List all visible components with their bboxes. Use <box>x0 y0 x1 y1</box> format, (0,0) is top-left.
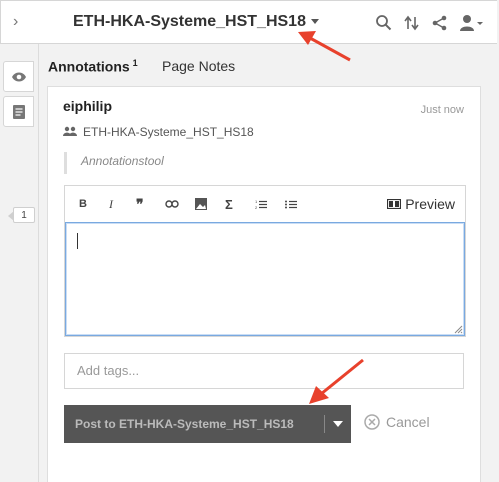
numbered-list-icon[interactable]: 12 <box>255 196 267 212</box>
collapse-sidebar-icon[interactable]: › <box>13 13 29 31</box>
annotation-quote: Annotationstool <box>64 152 464 174</box>
preview-label: Preview <box>405 196 455 212</box>
cancel-icon <box>364 414 380 430</box>
cancel-button[interactable]: Cancel <box>364 414 430 430</box>
annotation-card: eiphilip Just now ETH-HKA-Systeme_HST_HS… <box>47 86 481 482</box>
annotation-group-name: ETH-HKA-Systeme_HST_HS18 <box>83 125 254 139</box>
chevron-down-icon <box>310 19 319 25</box>
annotation-body-textarea[interactable] <box>65 222 465 336</box>
group-title: ETH-HKA-Systeme_HST_HS18 <box>73 13 306 30</box>
arrow-pointing-group-title <box>298 31 351 62</box>
user-icon[interactable] <box>459 14 483 32</box>
arrow-pointing-post-button <box>309 358 364 404</box>
search-icon[interactable] <box>375 14 393 32</box>
tab-annotations[interactable]: Annotations 1 <box>48 58 138 75</box>
post-options-dropdown[interactable] <box>325 421 351 427</box>
caret-down-icon <box>333 421 343 427</box>
svg-text:1: 1 <box>255 199 258 204</box>
bullet-list-icon[interactable] <box>285 196 297 212</box>
tab-annotations-count: 1 <box>132 58 138 68</box>
bold-icon[interactable]: B <box>79 196 87 212</box>
post-button-label: Post to ETH-HKA-Systeme_HST_HS18 <box>75 417 294 431</box>
annotation-timestamp[interactable]: Just now <box>421 104 464 116</box>
link-icon[interactable] <box>165 196 179 212</box>
eye-icon[interactable] <box>3 61 34 92</box>
editor-toolbar: B I ❞ Σ 12 Preview <box>65 186 465 222</box>
annotation-group: ETH-HKA-Systeme_HST_HS18 <box>63 125 254 139</box>
resize-handle-icon[interactable] <box>453 324 463 334</box>
text-cursor <box>77 233 78 249</box>
preview-icon <box>387 196 402 212</box>
annotation-count-badge[interactable]: 1 <box>8 207 35 223</box>
tab-page-notes[interactable]: Page Notes <box>162 58 235 74</box>
annotation-username[interactable]: eiphilip <box>63 98 112 114</box>
tags-input[interactable]: Add tags... <box>64 353 464 389</box>
markdown-editor: B I ❞ Σ 12 Preview <box>64 185 466 337</box>
italic-icon[interactable]: I <box>109 196 113 212</box>
preview-button[interactable]: Preview <box>387 196 455 212</box>
sidebar-controls: 1 <box>0 44 39 482</box>
image-icon[interactable] <box>195 196 207 212</box>
tab-annotations-label: Annotations <box>48 58 130 75</box>
svg-text:2: 2 <box>255 205 258 210</box>
page-icon[interactable] <box>3 96 34 127</box>
top-bar: › ETH-HKA-Systeme_HST_HS18 <box>0 0 497 44</box>
cancel-label: Cancel <box>386 414 430 430</box>
share-icon[interactable] <box>431 14 449 32</box>
math-icon[interactable]: Σ <box>225 196 233 212</box>
post-button[interactable]: Post to ETH-HKA-Systeme_HST_HS18 <box>64 405 351 443</box>
group-selector[interactable]: ETH-HKA-Systeme_HST_HS18 <box>73 13 319 31</box>
group-icon <box>63 125 77 139</box>
quote-icon[interactable]: ❞ <box>136 196 144 212</box>
sort-icon[interactable] <box>403 14 421 32</box>
